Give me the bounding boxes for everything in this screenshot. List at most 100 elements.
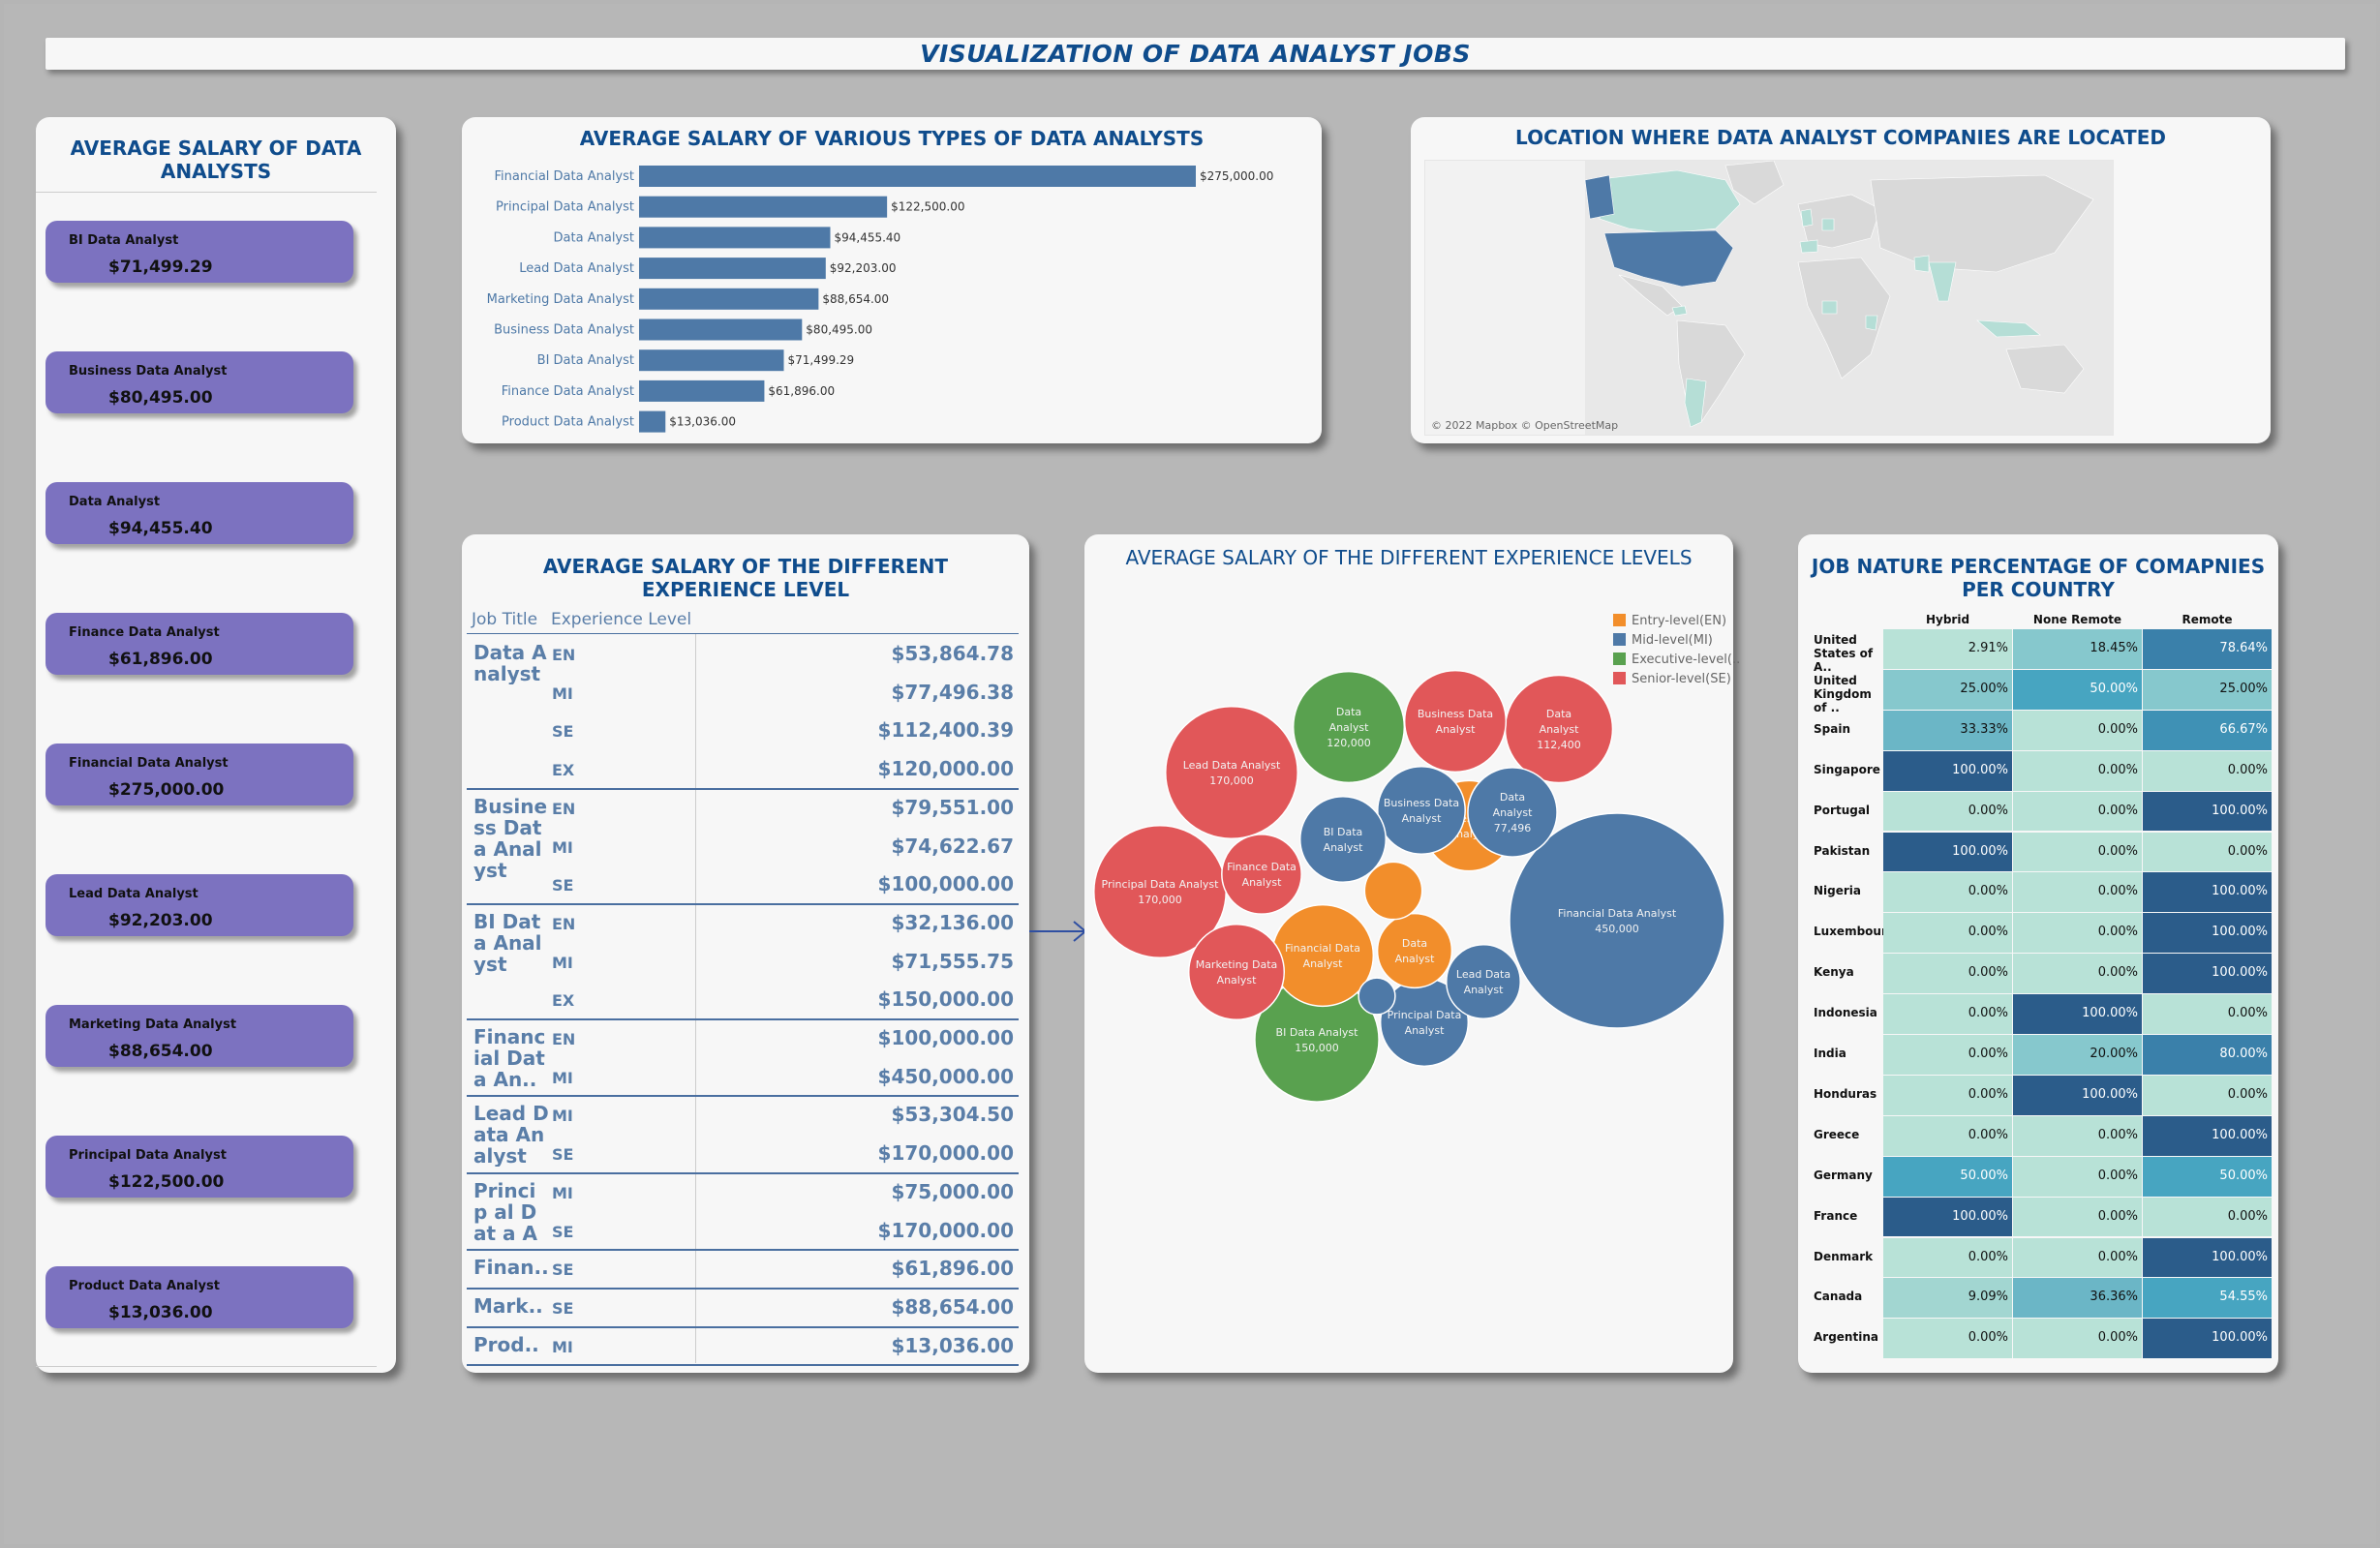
- heatmap-cell[interactable]: 33.33%: [1883, 710, 2012, 750]
- heatmap-cell[interactable]: 54.55%: [2143, 1278, 2272, 1319]
- heatmap-cell[interactable]: 50.00%: [1883, 1156, 2012, 1197]
- map-region-pakistan[interactable]: [1913, 255, 1930, 273]
- heatmap-cell[interactable]: 0.00%: [1883, 1075, 2012, 1115]
- salary-card[interactable]: Principal Data Analyst $122,500.00: [46, 1136, 353, 1198]
- heatmap-cell[interactable]: 9.09%: [1883, 1278, 2012, 1319]
- table-job-title[interactable]: Mark..: [473, 1295, 549, 1317]
- col-header-experience-level[interactable]: Experience Level: [551, 610, 691, 629]
- heatmap-row-label[interactable]: Luxembourg: [1814, 925, 1895, 938]
- heatmap-row-label[interactable]: Denmark: [1814, 1250, 1881, 1263]
- heatmap-cell[interactable]: 0.00%: [1883, 913, 2012, 954]
- bar[interactable]: [639, 319, 803, 341]
- heatmap-cell[interactable]: 100.00%: [2143, 954, 2272, 994]
- heatmap-cell[interactable]: 100.00%: [2143, 872, 2272, 913]
- table-job-title[interactable]: BI Dat a Anal yst: [473, 911, 549, 975]
- heatmap-cell[interactable]: 50.00%: [2143, 1156, 2272, 1197]
- heatmap-cell[interactable]: 0.00%: [2013, 710, 2142, 750]
- heatmap-cell[interactable]: 0.00%: [2013, 872, 2142, 913]
- heatmap-cell[interactable]: 0.00%: [2013, 1156, 2142, 1197]
- table-job-title[interactable]: Finan..: [473, 1257, 549, 1278]
- heatmap-cell[interactable]: 0.00%: [2013, 791, 2142, 832]
- heatmap-cell[interactable]: 25.00%: [1883, 669, 2012, 710]
- heatmap-cell[interactable]: 18.45%: [2013, 629, 2142, 669]
- heatmap-row-label[interactable]: Canada: [1814, 1290, 1881, 1303]
- heatmap-row-label[interactable]: Singapore: [1814, 763, 1881, 776]
- heatmap-cell[interactable]: 80.00%: [2143, 1035, 2272, 1075]
- heatmap-cell[interactable]: 66.67%: [2143, 710, 2272, 750]
- bubble[interactable]: [1446, 944, 1521, 1019]
- table-job-title[interactable]: Prod..: [473, 1334, 549, 1355]
- heatmap-row-label[interactable]: Nigeria: [1814, 884, 1881, 897]
- heatmap-row-label[interactable]: Argentina: [1814, 1330, 1881, 1344]
- heatmap-row-label[interactable]: Greece: [1814, 1128, 1881, 1141]
- legend-item[interactable]: Entry-level(EN): [1613, 614, 1726, 628]
- table-job-title[interactable]: Princip al Dat a An..: [473, 1180, 549, 1244]
- heatmap-row-label[interactable]: United States of A..: [1814, 633, 1881, 674]
- heatmap-cell[interactable]: 78.64%: [2143, 629, 2272, 669]
- map-canvas[interactable]: © 2022 Mapbox © OpenStreetMap: [1424, 160, 2114, 436]
- heatmap-column-header[interactable]: Hybrid: [1883, 613, 2012, 626]
- heatmap-cell[interactable]: 0.00%: [1883, 872, 2012, 913]
- salary-card[interactable]: Marketing Data Analyst $88,654.00: [46, 1005, 353, 1067]
- table-job-title[interactable]: Data A nalyst: [473, 642, 549, 684]
- heatmap-cell[interactable]: 0.00%: [2013, 1319, 2142, 1359]
- heatmap-row-label[interactable]: Kenya: [1814, 965, 1881, 979]
- heatmap-row-label[interactable]: India: [1814, 1047, 1881, 1060]
- heatmap-cell[interactable]: 100.00%: [2143, 791, 2272, 832]
- heatmap-cell[interactable]: 0.00%: [2143, 832, 2272, 872]
- bar[interactable]: [639, 258, 826, 280]
- heatmap-cell[interactable]: 100.00%: [2143, 1115, 2272, 1156]
- heatmap-row-label[interactable]: United Kingdom of ..: [1814, 674, 1881, 714]
- heatmap-row-label[interactable]: Spain: [1814, 722, 1881, 736]
- map-region-united-kingdom[interactable]: [1800, 208, 1814, 228]
- salary-card[interactable]: Finance Data Analyst $61,896.00: [46, 613, 353, 675]
- bar[interactable]: [639, 349, 784, 372]
- salary-card[interactable]: Product Data Analyst $13,036.00: [46, 1266, 353, 1328]
- map-region-honduras[interactable]: [1671, 305, 1688, 317]
- bubble[interactable]: [1221, 834, 1302, 915]
- heatmap-cell[interactable]: 0.00%: [2143, 1075, 2272, 1115]
- heatmap-cell[interactable]: 20.00%: [2013, 1035, 2142, 1075]
- table-job-title[interactable]: Financ ial Dat a An..: [473, 1026, 549, 1090]
- bubble[interactable]: [1358, 977, 1396, 1016]
- heatmap-cell[interactable]: 0.00%: [1883, 1035, 2012, 1075]
- table-job-title[interactable]: Busine ss Dat a Anal yst: [473, 796, 549, 881]
- salary-card[interactable]: Financial Data Analyst $275,000.00: [46, 744, 353, 805]
- bubble[interactable]: [1403, 669, 1508, 774]
- heatmap-row-label[interactable]: Indonesia: [1814, 1006, 1881, 1019]
- heatmap-cell[interactable]: 0.00%: [2013, 913, 2142, 954]
- bubble[interactable]: [1377, 766, 1466, 855]
- bubble[interactable]: [1270, 903, 1375, 1008]
- bar[interactable]: [639, 196, 888, 218]
- heatmap-cell[interactable]: 100.00%: [2143, 1237, 2272, 1278]
- heatmap-cell[interactable]: 36.36%: [2013, 1278, 2142, 1319]
- salary-card[interactable]: BI Data Analyst $71,499.29: [46, 221, 353, 283]
- heatmap-row-label[interactable]: Pakistan: [1814, 844, 1881, 858]
- heatmap-cell[interactable]: 100.00%: [2013, 1075, 2142, 1115]
- bar[interactable]: [639, 410, 666, 433]
- map-region-kenya[interactable]: [1865, 315, 1878, 331]
- bubble[interactable]: [1376, 912, 1453, 989]
- salary-card[interactable]: Data Analyst $94,455.40: [46, 482, 353, 544]
- map-region-spain[interactable]: [1799, 239, 1818, 254]
- heatmap-cell[interactable]: 0.00%: [2143, 1197, 2272, 1237]
- heatmap-row-label[interactable]: Honduras: [1814, 1087, 1881, 1101]
- heatmap-column-header[interactable]: Remote: [2143, 613, 2272, 626]
- bubble[interactable]: [1187, 923, 1286, 1021]
- heatmap-cell[interactable]: 0.00%: [1883, 1237, 2012, 1278]
- bubble[interactable]: [1165, 706, 1298, 839]
- bar[interactable]: [639, 288, 819, 310]
- col-header-job-title[interactable]: Job Title: [472, 610, 537, 629]
- legend-item[interactable]: Senior-level(SE): [1613, 672, 1731, 686]
- bar[interactable]: [639, 379, 765, 402]
- bar[interactable]: [639, 166, 1196, 187]
- heatmap-row-label[interactable]: France: [1814, 1209, 1881, 1223]
- salary-card[interactable]: Lead Data Analyst $92,203.00: [46, 874, 353, 936]
- heatmap-cell[interactable]: 0.00%: [1883, 791, 2012, 832]
- legend-item[interactable]: Executive-level(..: [1613, 653, 1740, 667]
- heatmap-cell[interactable]: 2.91%: [1883, 629, 2012, 669]
- legend-item[interactable]: Mid-level(MI): [1613, 633, 1713, 648]
- heatmap-cell[interactable]: 100.00%: [2143, 1319, 2272, 1359]
- map-region-nigeria[interactable]: [1821, 300, 1838, 315]
- heatmap-cell[interactable]: 100.00%: [2143, 913, 2272, 954]
